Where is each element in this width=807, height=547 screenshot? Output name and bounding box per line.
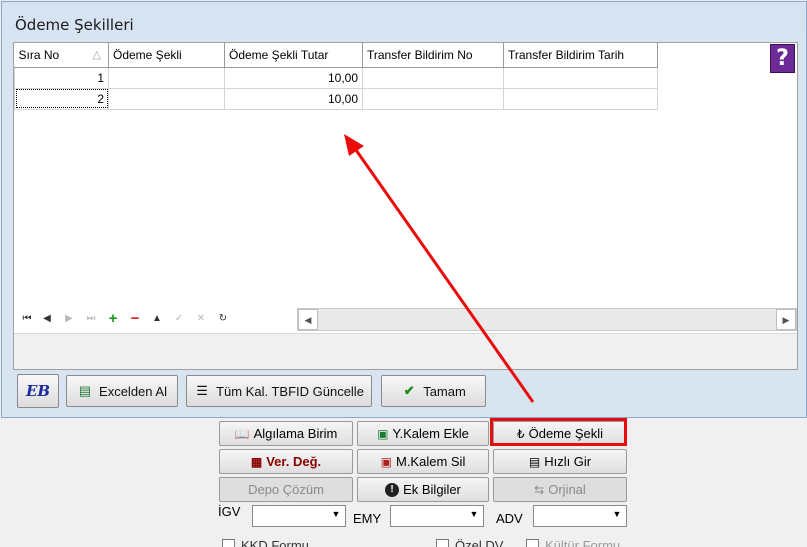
annotation-overlay: [344, 134, 535, 403]
red-arrow: [354, 149, 535, 403]
red-arrowhead: [344, 134, 364, 156]
